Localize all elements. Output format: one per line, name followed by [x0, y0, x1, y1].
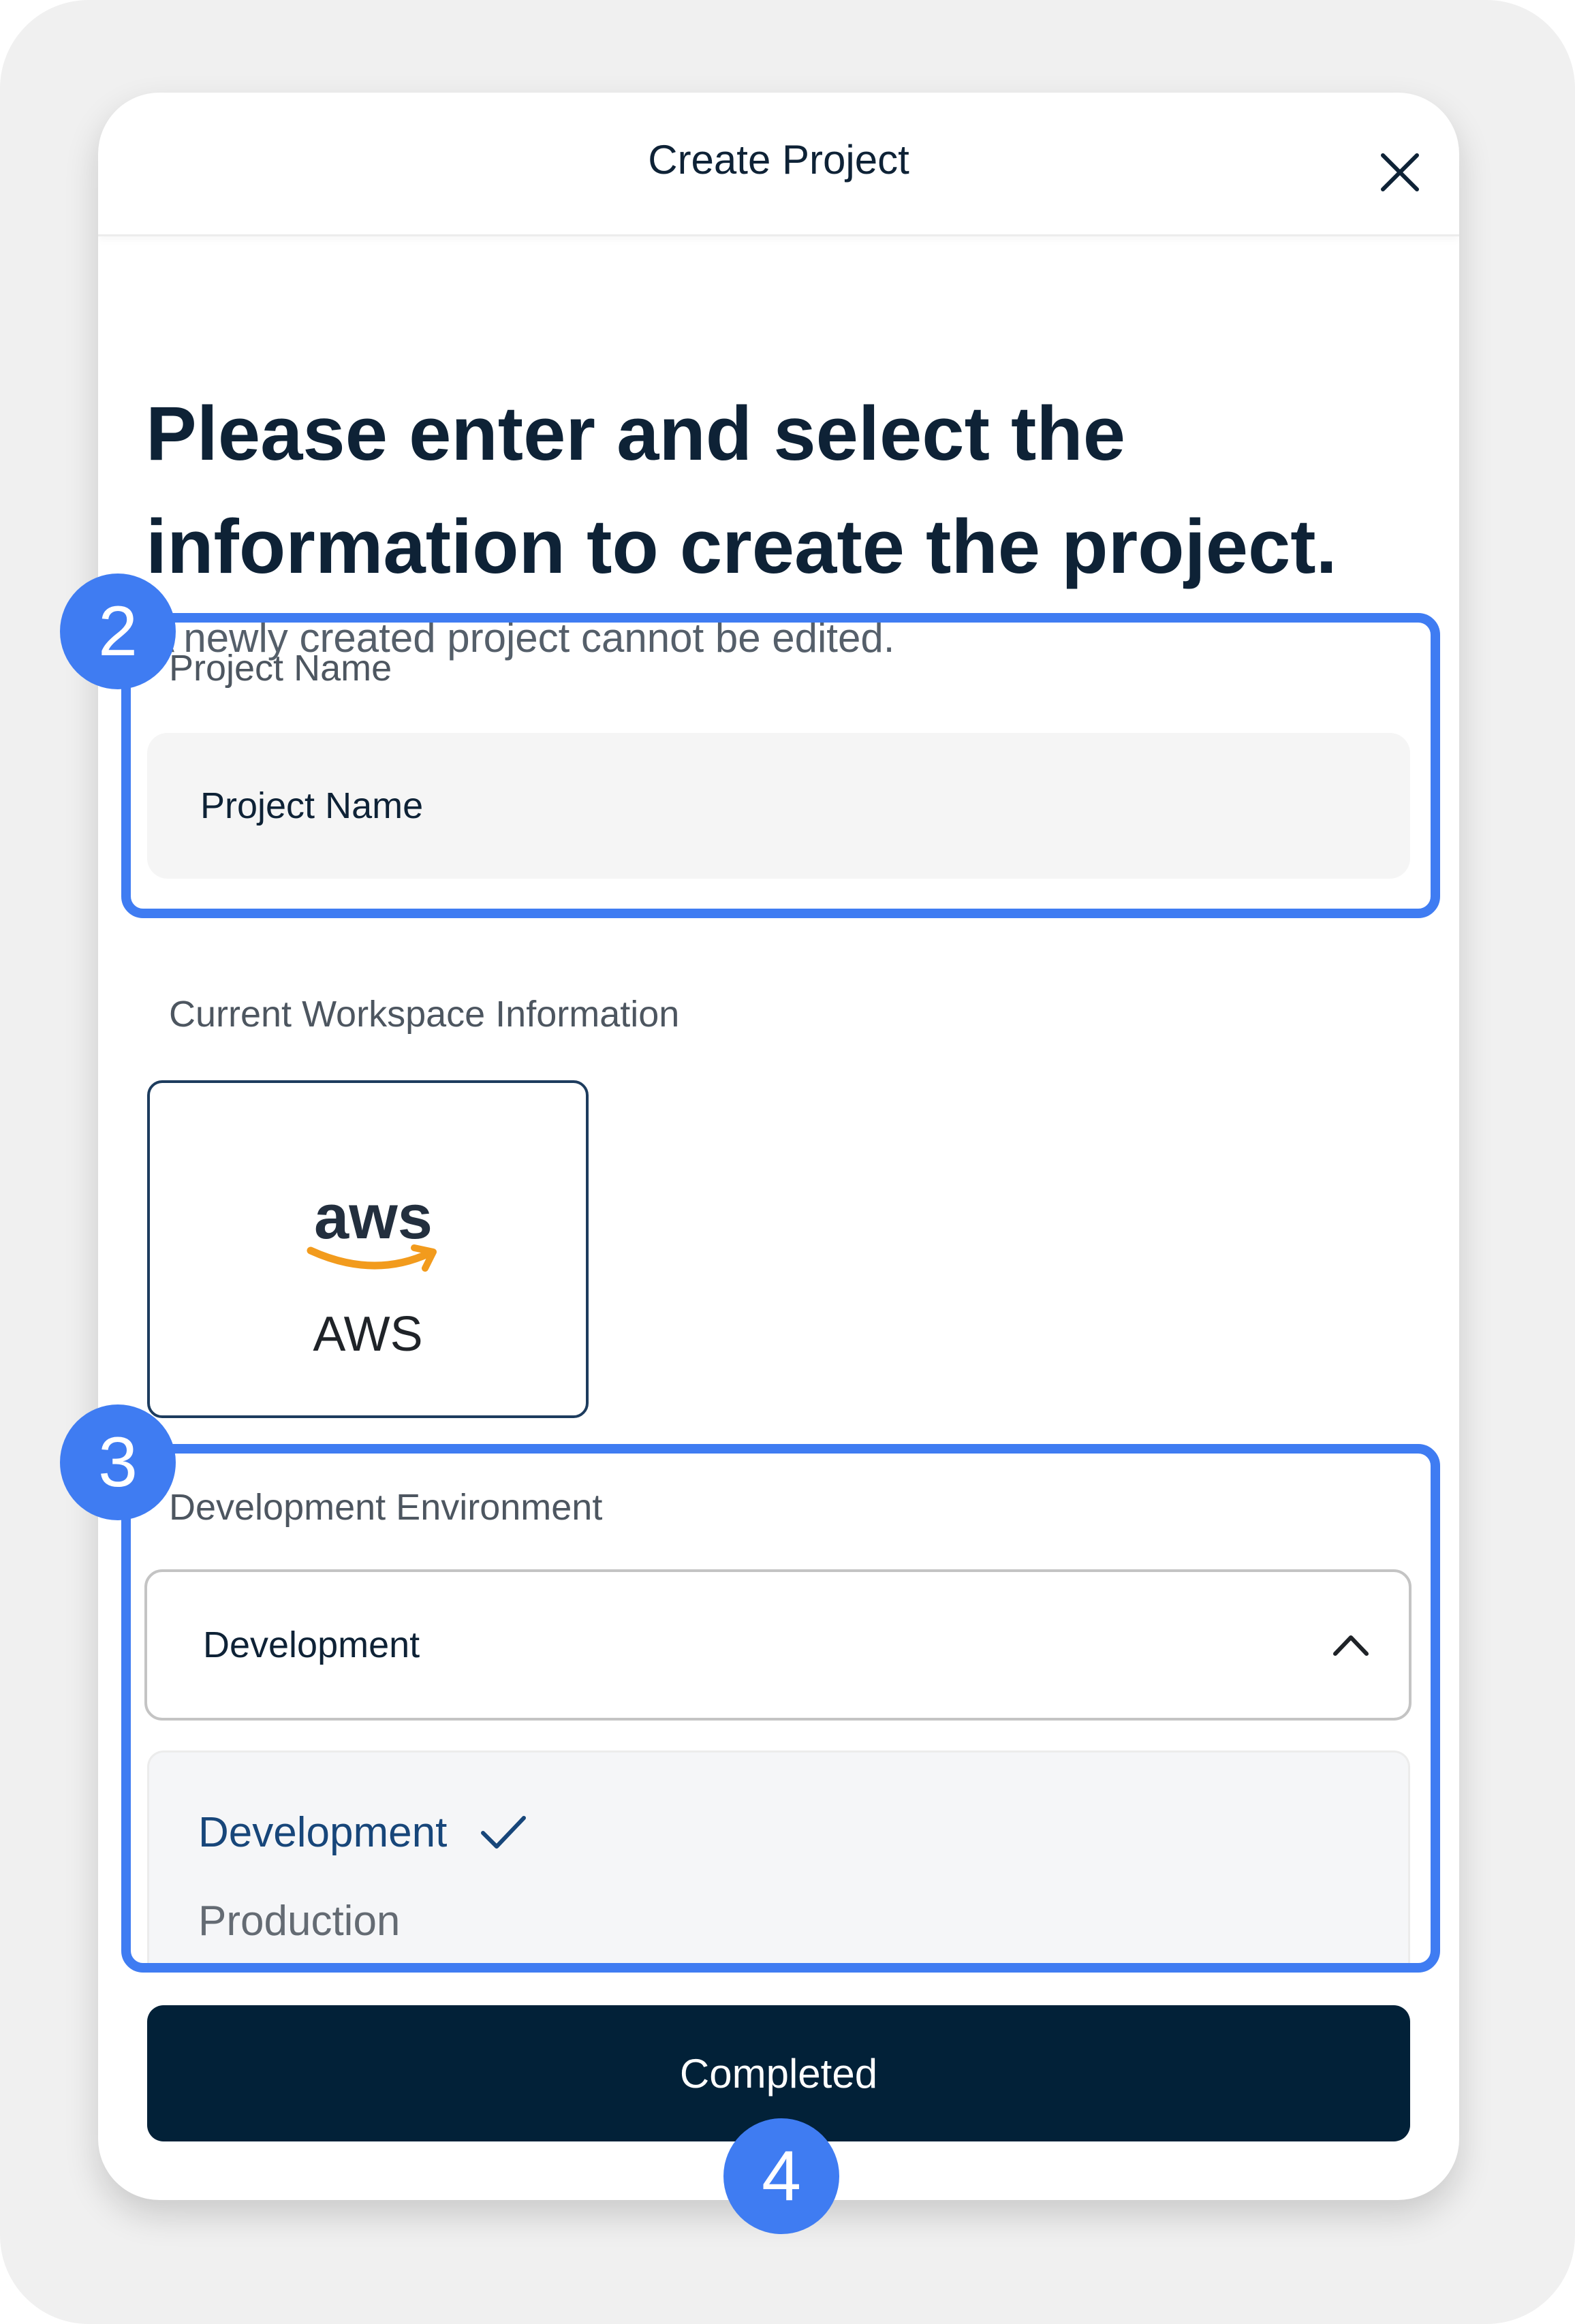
workspace-label: Current Workspace Information — [169, 994, 680, 1035]
step-4-badge: 4 — [723, 2118, 839, 2234]
chevron-up-icon — [1333, 1635, 1369, 1656]
environment-selected-value: Development — [203, 1624, 420, 1665]
workspace-provider-name: AWS — [313, 1307, 423, 1362]
close-icon — [1381, 153, 1419, 191]
environment-select[interactable]: Development — [144, 1569, 1412, 1721]
option-production[interactable]: Production — [198, 1897, 400, 1945]
modal-title: Create Project — [648, 137, 909, 183]
create-project-modal: Create Project Please enter and select t… — [98, 93, 1459, 2200]
modal-header: Create Project — [98, 93, 1459, 236]
step-2-badge: 2 — [60, 574, 176, 689]
aws-logo-icon: aws — [307, 1185, 437, 1272]
device-frame: Create Project Please enter and select t… — [0, 0, 1575, 2324]
project-name-value: Project Name — [200, 785, 424, 826]
aws-logo-text: aws — [314, 1185, 433, 1252]
page-heading: Please enter and select the information … — [146, 391, 1337, 589]
workspace-card-aws[interactable]: aws AWS — [147, 1080, 589, 1418]
close-button[interactable] — [1369, 142, 1431, 203]
option-production-label: Production — [198, 1898, 401, 1945]
option-development[interactable]: Development — [198, 1808, 447, 1857]
check-icon — [481, 1816, 526, 1849]
project-name-label: Project Name — [169, 648, 392, 689]
option-development-label: Development — [198, 1809, 448, 1856]
project-name-input[interactable]: Project Name — [147, 733, 1410, 879]
environment-dropdown: Development Production — [147, 1750, 1410, 1968]
environment-label: Development Environment — [169, 1487, 603, 1528]
step-3-badge: 3 — [60, 1404, 176, 1520]
